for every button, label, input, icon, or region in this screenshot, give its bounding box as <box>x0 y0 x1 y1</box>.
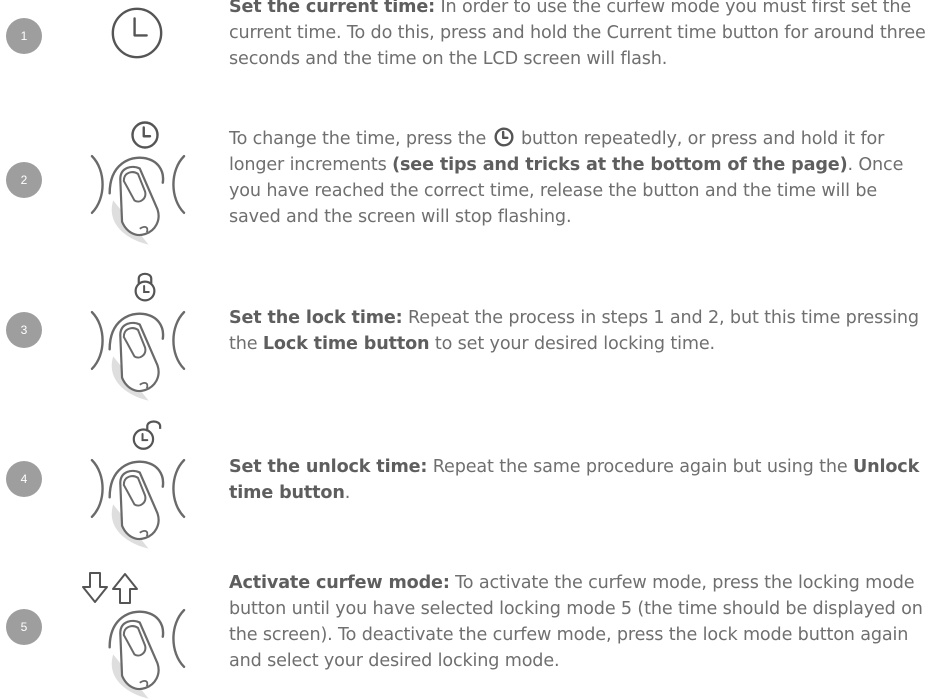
step-3-button-name: Lock time button <box>262 334 430 354</box>
step-2-text: To change the time, press the button rep… <box>229 126 934 230</box>
step-number-badge: 1 <box>6 18 42 54</box>
step-2-body-a: To change the time, press the <box>229 129 492 149</box>
step-2-tip-link: (see tips and tricks at the bottom of th… <box>392 155 848 175</box>
clock-icon <box>494 127 514 147</box>
step-5-text: Activate curfew mode: To activate the cu… <box>229 570 934 674</box>
step-5-heading: Activate curfew mode: <box>229 573 450 593</box>
step-1-heading: Set the current time: <box>229 0 436 17</box>
step-3-body-b: to set your desired locking time. <box>429 334 715 354</box>
step-4-body-a: Repeat the same procedure again but usin… <box>427 457 853 477</box>
step-4-text: Set the unlock time: Repeat the same pro… <box>229 454 934 506</box>
step-3-heading: Set the lock time: <box>229 308 403 328</box>
clock-icon <box>108 4 166 66</box>
step-1-text: Set the current time: In order to use th… <box>229 0 934 72</box>
step-number-badge: 3 <box>6 312 42 348</box>
unlock-clock-icon <box>128 416 164 452</box>
lock-clock-icon <box>130 268 160 304</box>
step-4-heading: Set the unlock time: <box>229 457 428 477</box>
step-4-body-b: . <box>344 483 351 503</box>
step-3-text: Set the lock time: Repeat the process in… <box>229 305 934 357</box>
step-number-badge: 2 <box>6 162 42 198</box>
step-number-badge: 4 <box>6 461 42 497</box>
step-number-badge: 5 <box>6 609 42 645</box>
